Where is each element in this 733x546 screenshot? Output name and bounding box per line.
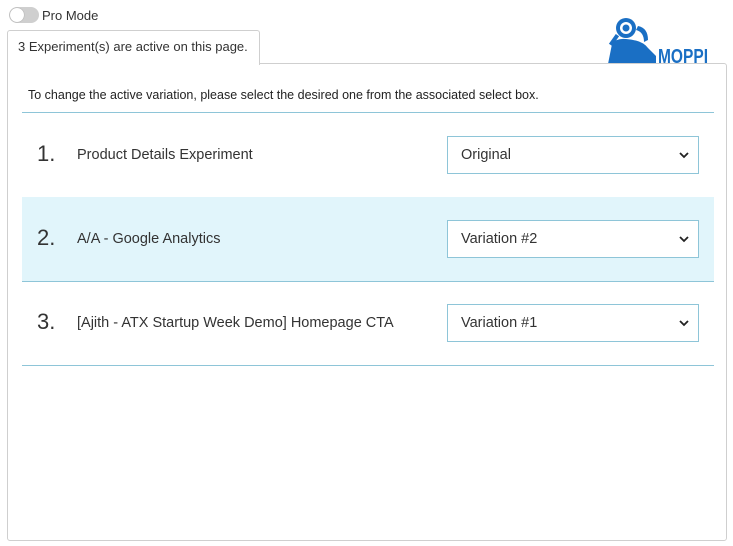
pro-mode-label: Pro Mode <box>42 7 99 23</box>
chevron-down-icon <box>679 152 689 159</box>
experiment-row-3: 3. [Ajith - ATX Startup Week Demo] Homep… <box>22 281 714 365</box>
tab-label: 3 Experiment(s) are active on this page. <box>18 39 248 54</box>
toggle-knob <box>10 8 24 22</box>
experiment-name: [Ajith - ATX Startup Week Demo] Homepage… <box>77 315 394 331</box>
variation-select-1[interactable]: Original <box>447 136 699 174</box>
moppi-logo: MOPPI <box>604 12 709 64</box>
experiment-number: 3. <box>37 309 56 334</box>
toggle-switch[interactable] <box>9 7 39 23</box>
experiment-number: 1. <box>37 141 56 166</box>
selected-variation: Variation #1 <box>461 315 538 331</box>
experiment-number: 2. <box>37 225 56 250</box>
experiment-name: Product Details Experiment <box>77 147 253 163</box>
selected-variation: Variation #2 <box>461 231 538 247</box>
variation-select-2[interactable]: Variation #2 <box>447 220 699 258</box>
selected-variation: Original <box>461 147 511 163</box>
pro-mode-toggle[interactable]: Pro Mode <box>9 7 98 23</box>
chevron-down-icon <box>679 320 689 327</box>
active-experiments-tab[interactable]: 3 Experiment(s) are active on this page. <box>7 30 260 65</box>
experiment-name: A/A - Google Analytics <box>77 231 221 247</box>
variation-select-3[interactable]: Variation #1 <box>447 304 699 342</box>
experiments-panel: To change the active variation, please s… <box>7 63 727 541</box>
instruction-text: To change the active variation, please s… <box>28 88 539 102</box>
logo-text: MOPPI <box>658 46 708 64</box>
chevron-down-icon <box>679 236 689 243</box>
experiment-row-2: 2. A/A - Google Analytics Variation #2 <box>22 197 714 281</box>
experiment-row-1: 1. Product Details Experiment Original <box>22 113 714 197</box>
divider <box>22 365 714 366</box>
